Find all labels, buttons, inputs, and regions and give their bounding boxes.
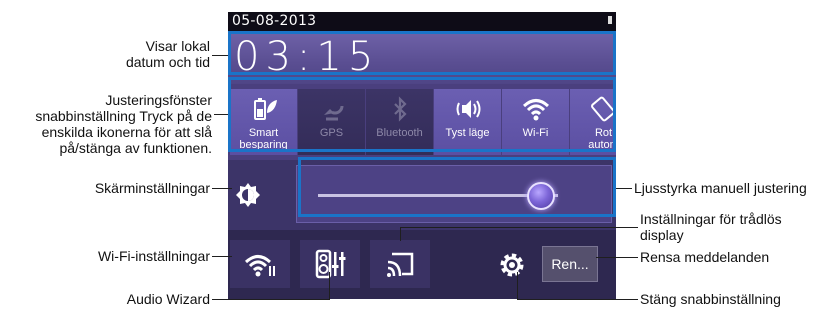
leader-line [400, 227, 638, 228]
callout-display-settings: Skärminställningar [94, 180, 210, 196]
callout-wireless-display: Inställningar för trådlös display [640, 211, 782, 243]
highlight-date-time [228, 31, 616, 75]
leader-line [517, 299, 638, 300]
clear-notifications-button[interactable]: Ren... [542, 246, 598, 282]
callout-date-time: Visar lokal datum och tid [125, 38, 210, 70]
leader-line [212, 299, 330, 300]
brightness-icon[interactable] [234, 181, 262, 209]
callout-adjust-window: Justeringsfönster snabbinställning Tryck… [35, 92, 212, 156]
leader-line [616, 188, 632, 189]
callout-brightness: Ljusstyrka manuell justering [634, 180, 807, 196]
status-bar: 05-08-2013 [228, 12, 616, 32]
wireless-display-button[interactable] [370, 240, 430, 288]
leader-line [596, 257, 638, 258]
leader-line [214, 114, 228, 115]
highlight-quick-settings [228, 77, 616, 152]
callout-wifi-settings: Wi-Fi-inställningar [97, 248, 210, 264]
callout-audio-wizard: Audio Wizard [126, 291, 210, 307]
leader-line [517, 272, 518, 300]
signal-icon [608, 16, 612, 24]
gear-icon[interactable] [498, 251, 526, 279]
bottom-toolbar: Ren... [228, 230, 616, 299]
wireless-display-icon [387, 252, 414, 277]
callout-close-quick: Stäng snabbinställning [640, 291, 781, 307]
audio-wizard-button[interactable] [300, 240, 360, 288]
wifi-settings-icon [244, 255, 275, 277]
leader-line [212, 55, 228, 56]
audio-wizard-icon [315, 249, 346, 279]
leader-line [212, 188, 232, 189]
wifi-settings-button[interactable] [230, 240, 290, 288]
highlight-brightness [298, 157, 616, 217]
leader-line [400, 227, 401, 241]
date-text: 05-08-2013 [232, 13, 317, 29]
leader-line [212, 256, 232, 257]
leader-line [329, 272, 330, 300]
callout-clear-notifications: Rensa meddelanden [640, 249, 770, 265]
